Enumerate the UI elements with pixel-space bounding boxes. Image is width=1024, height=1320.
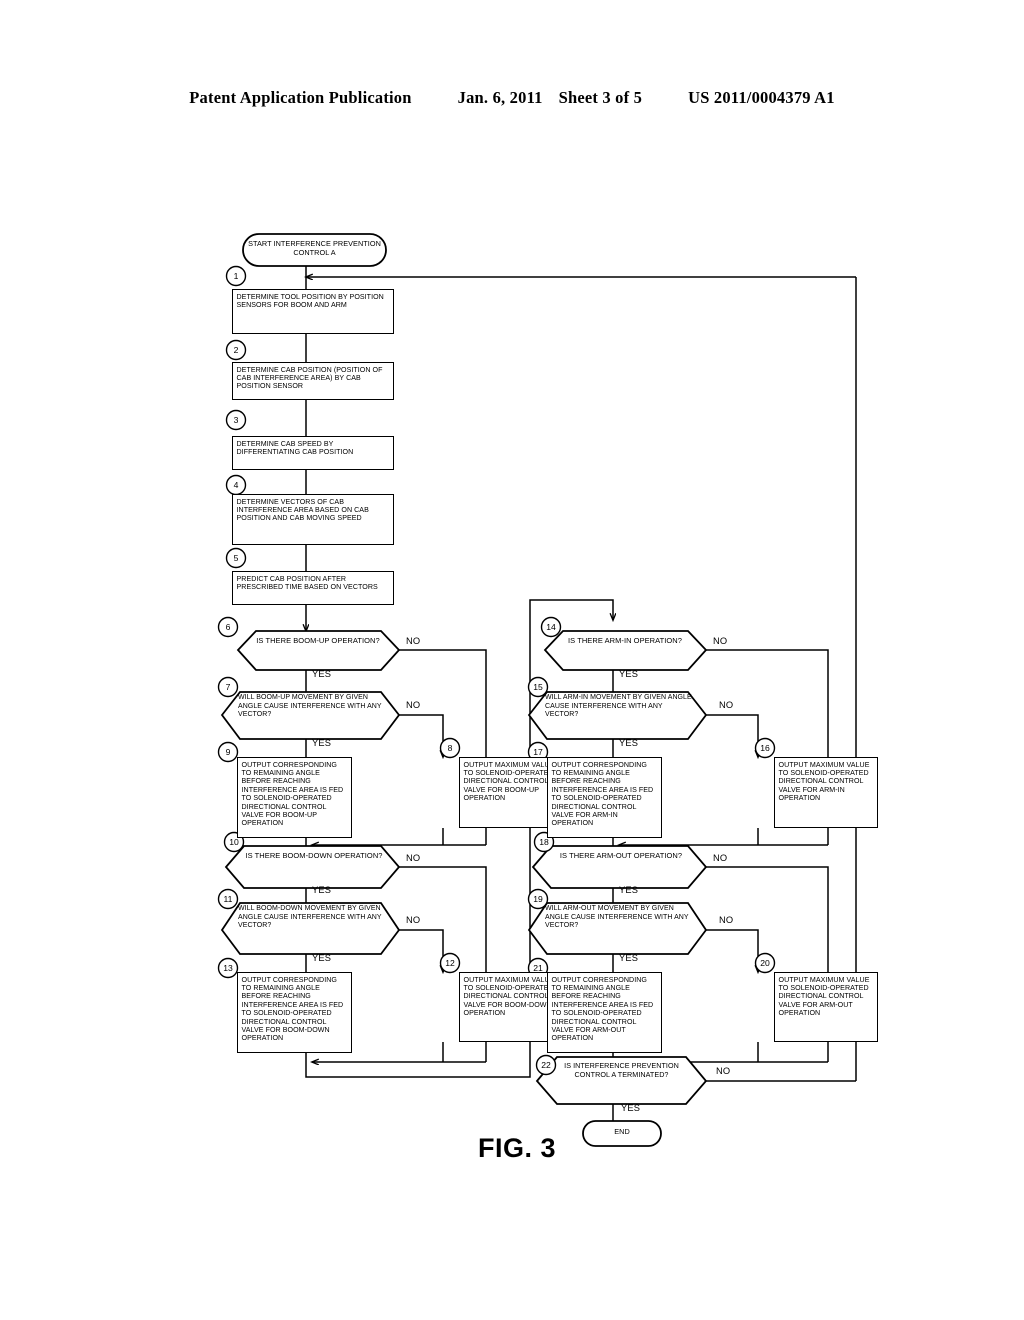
- step-number-10: 10: [229, 837, 239, 847]
- flowchart-connectors: [217, 233, 857, 1147]
- node-step-11: WILL BOOM-DOWN MOVEMENT BY GIVEN ANGLE C…: [238, 905, 388, 951]
- node-step-1-label: DETERMINE TOOL POSITION BY POSITION SENS…: [236, 292, 384, 309]
- figure-label: FIG. 3: [478, 1133, 557, 1163]
- node-step-18-label: IS THERE ARM-OUT OPERATION?: [559, 851, 683, 860]
- node-step-7-label: WILL BOOM-UP MOVEMENT BY GIVEN ANGLE CAU…: [238, 694, 382, 719]
- node-step-4-label: DETERMINE VECTORS OF CAB INTERFERENCE AR…: [236, 497, 369, 523]
- step-number-21: 21: [533, 963, 543, 973]
- node-step-14-label: IS THERE ARM-IN OPERATION?: [568, 636, 682, 645]
- edge-label-19-yes: YES: [619, 953, 639, 963]
- step-number-18: 18: [539, 837, 549, 847]
- edge-label-11-no: NO: [406, 915, 421, 925]
- step-number-12: 12: [445, 958, 455, 968]
- node-step-5-label: PREDICT CAB POSITION AFTER PRESCRIBED TI…: [236, 574, 378, 591]
- node-step-17: OUTPUT CORRESPONDING TO REMAINING ANGLE …: [547, 757, 662, 838]
- edge-label-15-no: NO: [719, 700, 734, 710]
- node-start: START INTERFERENCE PREVENTION CONTROL A: [243, 239, 386, 263]
- step-number-3: 3: [233, 415, 239, 425]
- node-step-13-label: OUTPUT CORRESPONDING TO REMAINING ANGLE …: [241, 975, 344, 1043]
- edge-label-6-yes: YES: [312, 669, 332, 679]
- node-step-15: WILL ARM-IN MOVEMENT BY GIVEN ANGLE CAUS…: [545, 694, 695, 738]
- edge-label-7-yes: YES: [312, 738, 332, 748]
- node-step-3: DETERMINE CAB SPEED BY DIFFERENTIATING C…: [232, 436, 394, 470]
- node-end: END: [583, 1127, 661, 1141]
- node-step-15-label: WILL ARM-IN MOVEMENT BY GIVEN ANGLE CAUS…: [545, 694, 692, 719]
- node-step-2: DETERMINE CAB POSITION (POSITION OF CAB …: [232, 362, 394, 400]
- node-step-22: IS INTERFERENCE PREVENTION CONTROL A TER…: [555, 1061, 688, 1102]
- step-number-5: 5: [233, 553, 239, 563]
- step-number-20: 20: [760, 958, 770, 968]
- edge-label-14-yes: YES: [619, 669, 639, 679]
- step-number-9: 9: [225, 747, 231, 757]
- edge-label-14-no: NO: [713, 636, 728, 646]
- node-step-21-label: OUTPUT CORRESPONDING TO REMAINING ANGLE …: [551, 975, 654, 1043]
- step-number-1: 1: [233, 271, 239, 281]
- edge-label-19-no: NO: [719, 915, 734, 925]
- edge-label-18-no: NO: [713, 853, 728, 863]
- node-step-11-label: WILL BOOM-DOWN MOVEMENT BY GIVEN ANGLE C…: [238, 905, 382, 930]
- node-step-20: OUTPUT MAXIMUM VALUE TO SOLENOID-OPERATE…: [774, 972, 878, 1042]
- step-number-16: 16: [760, 743, 770, 753]
- node-start-label: START INTERFERENCE PREVENTION CONTROL A: [248, 239, 381, 257]
- node-end-label: END: [614, 1127, 630, 1136]
- node-step-21: OUTPUT CORRESPONDING TO REMAINING ANGLE …: [547, 972, 662, 1053]
- step-number-19: 19: [533, 894, 543, 904]
- step-number-4: 4: [233, 480, 239, 490]
- node-step-10-label: IS THERE BOOM-DOWN OPERATION?: [245, 851, 383, 860]
- edge-label-7-no: NO: [406, 700, 421, 710]
- step-number-6: 6: [225, 622, 231, 632]
- node-step-9-label: OUTPUT CORRESPONDING TO REMAINING ANGLE …: [241, 760, 344, 828]
- edge-label-6-no: NO: [406, 636, 421, 646]
- edge-label-22-yes: YES: [621, 1103, 641, 1113]
- edge-label-11-yes: YES: [312, 953, 332, 963]
- step-number-11: 11: [223, 894, 233, 904]
- node-step-7: WILL BOOM-UP MOVEMENT BY GIVEN ANGLE CAU…: [238, 694, 388, 738]
- step-number-15: 15: [533, 682, 543, 692]
- step-number-2: 2: [233, 345, 239, 355]
- edge-label-10-yes: YES: [312, 885, 332, 895]
- node-step-6-label: IS THERE BOOM-UP OPERATION?: [256, 636, 380, 645]
- node-step-6: IS THERE BOOM-UP OPERATION?: [250, 636, 386, 666]
- node-step-4: DETERMINE VECTORS OF CAB INTERFERENCE AR…: [232, 494, 394, 545]
- edge-label-18-yes: YES: [619, 885, 639, 895]
- step-number-22: 22: [541, 1060, 551, 1070]
- node-step-17-label: OUTPUT CORRESPONDING TO REMAINING ANGLE …: [551, 760, 654, 828]
- node-step-9: OUTPUT CORRESPONDING TO REMAINING ANGLE …: [237, 757, 352, 838]
- edge-label-22-no: NO: [716, 1066, 731, 1076]
- edge-label-10-no: NO: [406, 853, 421, 863]
- node-step-13: OUTPUT CORRESPONDING TO REMAINING ANGLE …: [237, 972, 352, 1053]
- node-step-14: IS THERE ARM-IN OPERATION?: [557, 636, 693, 666]
- node-step-3-label: DETERMINE CAB SPEED BY DIFFERENTIATING C…: [236, 439, 354, 456]
- node-step-16: OUTPUT MAXIMUM VALUE TO SOLENOID-OPERATE…: [774, 757, 878, 828]
- step-number-13: 13: [223, 963, 233, 973]
- node-step-20-label: OUTPUT MAXIMUM VALUE TO SOLENOID-OPERATE…: [778, 975, 870, 1018]
- node-step-2-label: DETERMINE CAB POSITION (POSITION OF CAB …: [236, 365, 383, 391]
- node-step-18: IS THERE ARM-OUT OPERATION?: [551, 851, 691, 881]
- step-number-17: 17: [533, 747, 543, 757]
- step-number-7: 7: [225, 682, 231, 692]
- step-number-14: 14: [546, 622, 556, 632]
- node-step-1: DETERMINE TOOL POSITION BY POSITION SENS…: [232, 289, 394, 334]
- node-step-19: WILL ARM-OUT MOVEMENT BY GIVEN ANGLE CAU…: [545, 905, 695, 951]
- step-number-8: 8: [447, 743, 453, 753]
- node-step-16-label: OUTPUT MAXIMUM VALUE TO SOLENOID-OPERATE…: [778, 760, 870, 803]
- node-step-5: PREDICT CAB POSITION AFTER PRESCRIBED TI…: [232, 571, 394, 605]
- node-step-22-label: IS INTERFERENCE PREVENTION CONTROL A TER…: [564, 1061, 679, 1079]
- node-step-10: IS THERE BOOM-DOWN OPERATION?: [244, 851, 384, 881]
- node-step-19-label: WILL ARM-OUT MOVEMENT BY GIVEN ANGLE CAU…: [545, 905, 689, 930]
- edge-label-15-yes: YES: [619, 738, 639, 748]
